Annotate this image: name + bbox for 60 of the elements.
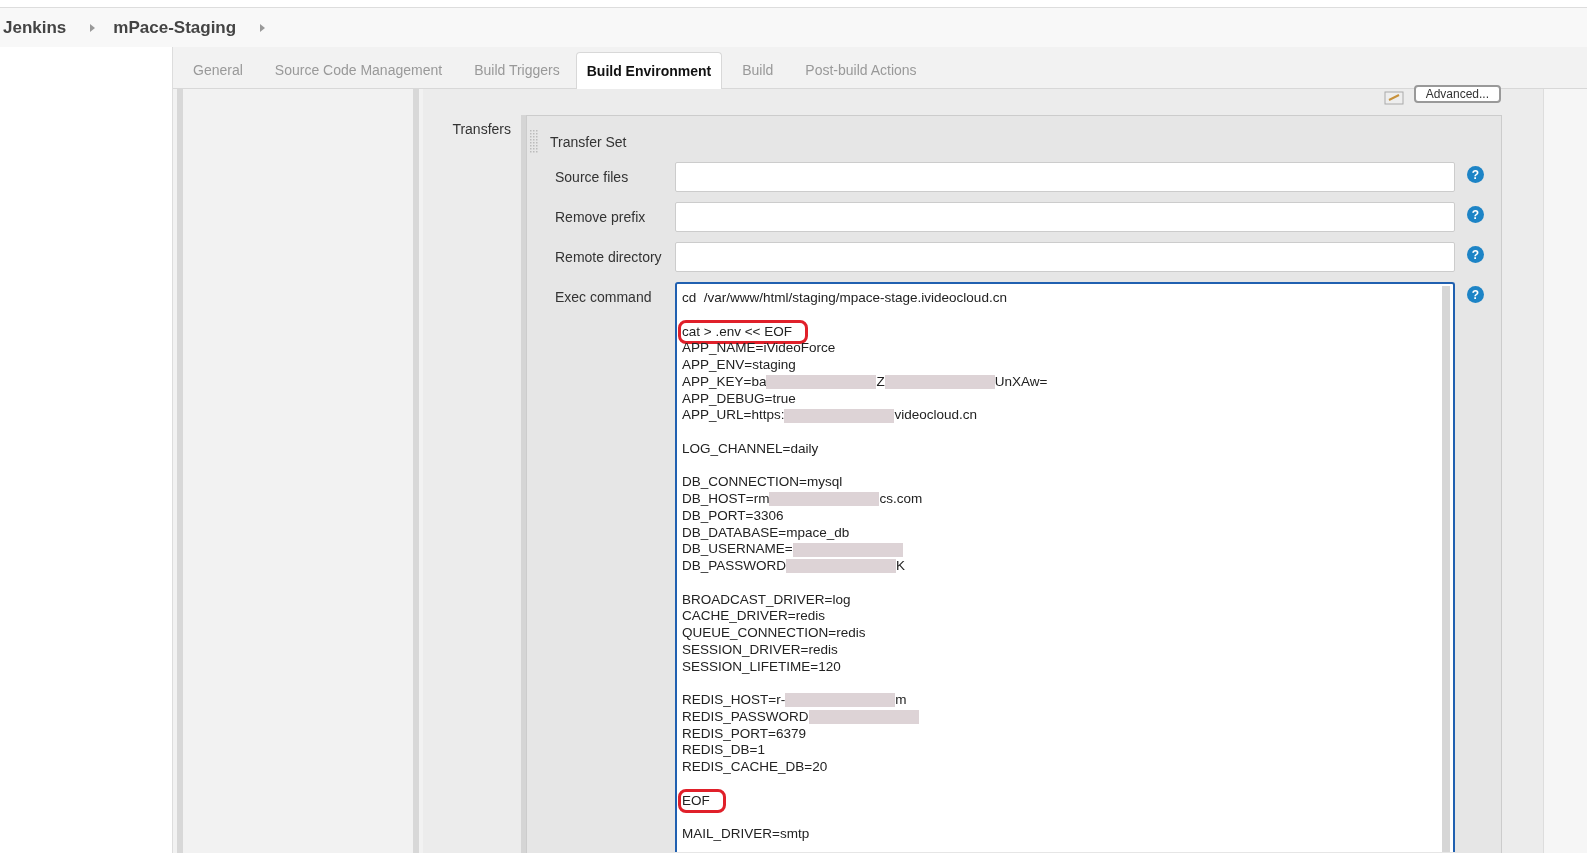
code-text: REDIS_HOST=r- bbox=[682, 692, 786, 707]
breadcrumb-link[interactable]: Jenkins bbox=[3, 17, 67, 38]
drag-handle-icon[interactable] bbox=[530, 130, 540, 154]
breadcrumb-link[interactable]: mPace-Staging bbox=[113, 17, 237, 38]
code-text: cat > .env << EOF bbox=[682, 323, 792, 339]
code-text: LOG_CHANNEL=daily bbox=[682, 440, 819, 456]
code-text: videocloud.cn bbox=[894, 407, 977, 423]
advanced-button[interactable]: Advanced... bbox=[1413, 85, 1501, 103]
section-label: Transfers bbox=[451, 120, 511, 139]
tab[interactable]: General bbox=[177, 62, 259, 88]
exec-command-textarea[interactable] bbox=[675, 282, 1455, 852]
help-icon[interactable]: ? bbox=[1467, 286, 1484, 303]
code-text: QUEUE_CONNECTION=redis bbox=[682, 625, 866, 640]
code-text: MAIL_DRIVER=smtp bbox=[682, 826, 810, 841]
code-text: SESSION_DRIVER=redis bbox=[682, 641, 838, 657]
scrollbar[interactable] bbox=[1442, 286, 1450, 852]
transfer-set-title: Transfer Set bbox=[550, 134, 627, 150]
code-text: Z bbox=[876, 373, 885, 389]
code-text: DB_PORT=3306 bbox=[682, 507, 784, 523]
tab[interactable]: Source Code Management bbox=[258, 62, 459, 88]
code-text: APP_ENV=staging bbox=[682, 357, 796, 372]
code-text: APP_URL=https: bbox=[682, 407, 785, 423]
code-text: DB_HOST=rm bbox=[682, 491, 770, 506]
field-label: Exec command bbox=[554, 288, 653, 305]
code-text: REDIS_DB=1 bbox=[682, 742, 765, 758]
input-field[interactable] bbox=[675, 162, 1455, 192]
notepad-icon[interactable] bbox=[1383, 91, 1404, 105]
code-text: DB_DATABASE=mpace_db bbox=[682, 524, 850, 540]
tab[interactable]: Post-build Actions bbox=[789, 62, 933, 88]
code-text: UnXAw= bbox=[994, 373, 1048, 389]
code-text: BROADCAST_DRIVER=log bbox=[682, 591, 851, 607]
code-text: APP_NAME=iVideoForce bbox=[682, 340, 836, 356]
code-text: REDIS_PASSWORD bbox=[682, 708, 809, 724]
help-icon[interactable]: ? bbox=[1467, 166, 1484, 183]
code-text: SESSION_LIFETIME=120 bbox=[682, 658, 841, 674]
field-label: Remove prefix bbox=[554, 208, 647, 225]
caret-right-icon[interactable] bbox=[90, 23, 96, 32]
tab[interactable]: Build Environment bbox=[575, 52, 723, 89]
code-text: m bbox=[895, 692, 907, 707]
code-text: REDIS_CACHE_DB=20 bbox=[682, 759, 828, 774]
field-label: Source files bbox=[554, 168, 630, 185]
input-field[interactable] bbox=[675, 242, 1455, 272]
code-text: cs.com bbox=[879, 491, 923, 506]
code-text: EOF bbox=[682, 792, 710, 808]
field-label: Remote directory bbox=[554, 248, 663, 265]
code-text: DB_PASSWORD bbox=[682, 558, 787, 573]
code-text: APP_KEY=ba bbox=[682, 373, 767, 389]
tab[interactable]: Build bbox=[726, 62, 790, 88]
code-text: APP_DEBUG=true bbox=[682, 390, 796, 406]
code-text: REDIS_PORT=6379 bbox=[682, 725, 806, 741]
code-text: K bbox=[896, 558, 906, 573]
code-text: cd /var/www/html/staging/mpace-stage.ivideocloud.cn bbox=[682, 290, 1007, 305]
input-field[interactable] bbox=[675, 202, 1455, 232]
code-text: DB_CONNECTION=mysql bbox=[682, 474, 843, 490]
help-icon[interactable]: ? bbox=[1467, 206, 1484, 223]
code-text: DB_USERNAME= bbox=[682, 541, 793, 557]
code-text: CACHE_DRIVER=redis bbox=[682, 608, 825, 624]
caret-right-icon[interactable] bbox=[260, 23, 266, 32]
help-icon[interactable]: ? bbox=[1467, 246, 1484, 263]
tab[interactable]: Build Triggers bbox=[458, 62, 576, 88]
